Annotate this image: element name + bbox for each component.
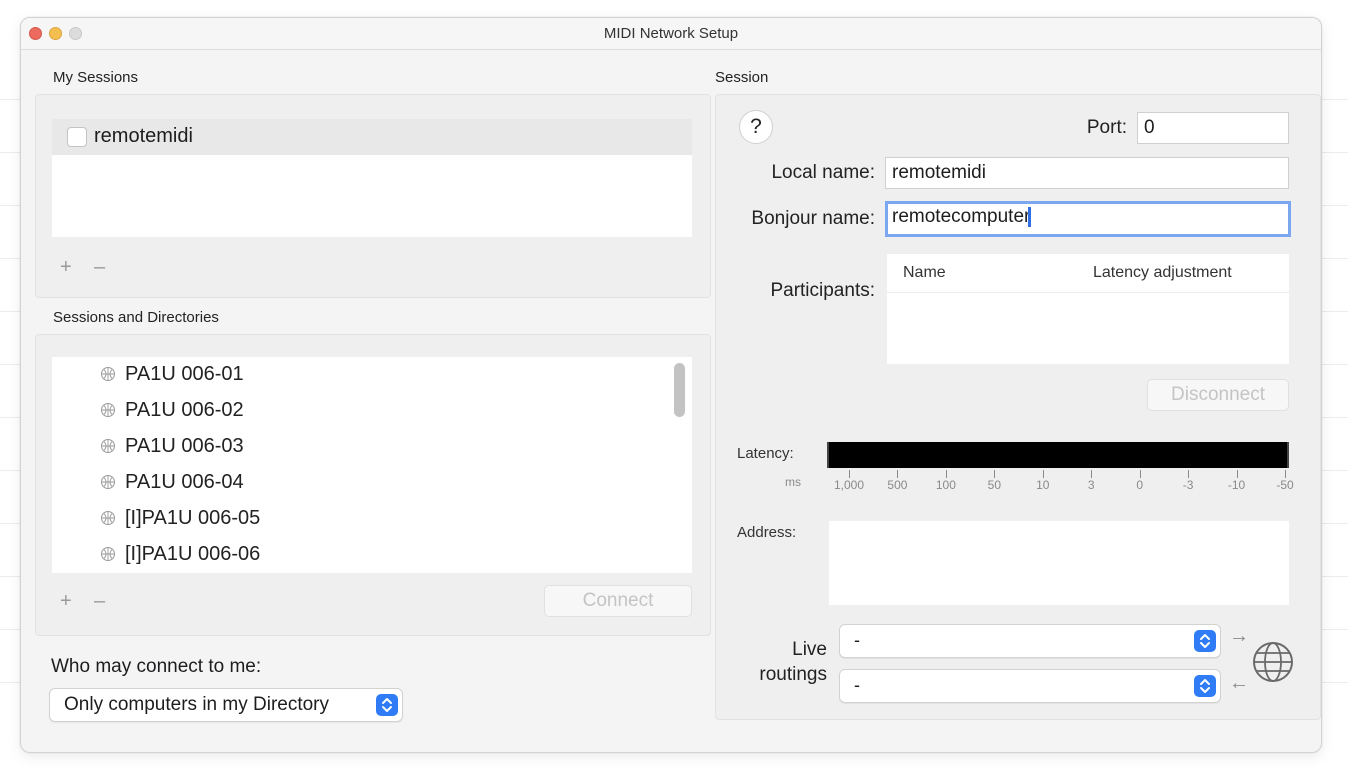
routing-input-value: - — [854, 630, 860, 650]
latency-tick-mark — [994, 470, 996, 478]
add-directory-button[interactable]: + — [60, 591, 72, 611]
remove-session-button[interactable]: – — [94, 257, 105, 277]
latency-tick-mark — [1188, 470, 1190, 478]
my-sessions-list[interactable]: remotemidi — [52, 119, 692, 237]
add-session-button[interactable]: + — [60, 257, 72, 277]
latency-tick-mark — [945, 470, 947, 478]
popup-arrows-icon — [1194, 675, 1216, 697]
network-host-icon — [101, 366, 115, 381]
who-may-connect-value: Only computers in my Directory — [64, 694, 330, 715]
latency-tick-label: 10 — [1036, 478, 1050, 492]
latency-tick-label: 3 — [1087, 478, 1095, 492]
network-host-icon — [101, 510, 115, 525]
bonjour-name-field[interactable]: remotecomputer — [885, 201, 1291, 237]
routing-input-popup[interactable]: - — [839, 624, 1221, 658]
list-item-label: PA1U 006-03 — [125, 435, 244, 457]
latency-tick-label: 500 — [887, 478, 908, 492]
latency-meter — [827, 442, 1289, 468]
arrow-right-icon: → — [1229, 625, 1249, 647]
session-enable-checkbox[interactable] — [67, 127, 87, 147]
port-field[interactable]: 0 — [1137, 112, 1289, 144]
local-name-label: Local name: — [771, 162, 875, 183]
participants-header-divider — [887, 292, 1289, 293]
globe-network-icon — [1253, 642, 1293, 682]
session-section-label: Session — [715, 69, 769, 86]
latency-tick-mark — [1285, 470, 1286, 478]
network-host-icon — [101, 438, 115, 453]
routing-output-value: - — [854, 675, 860, 695]
list-item[interactable]: [I]PA1U 006-05 — [97, 507, 260, 530]
network-host-icon — [101, 402, 115, 417]
latency-tick-mark — [1139, 470, 1141, 478]
latency-unit: ms — [785, 475, 801, 489]
address-box — [829, 521, 1289, 605]
latency-tick-mark — [1091, 470, 1093, 478]
my-sessions-panel: remotemidi + – — [35, 94, 711, 298]
list-item-label: PA1U 006-02 — [125, 399, 244, 421]
popup-arrows-icon — [1194, 630, 1216, 652]
latency-tick-mark — [1042, 470, 1044, 478]
live-routings-label-line1: Live — [792, 639, 827, 660]
help-button[interactable]: ? — [739, 110, 773, 144]
network-host-icon — [101, 546, 115, 561]
bonjour-name-value: remotecomputer — [892, 206, 1031, 227]
latency-label: Latency: — [737, 445, 794, 462]
latency-tick-label: 50 — [987, 478, 1001, 492]
list-item[interactable]: PA1U 006-04 — [97, 471, 244, 494]
text-cursor — [1028, 206, 1032, 227]
directories-list[interactable] — [52, 357, 692, 573]
remove-directory-button[interactable]: – — [94, 591, 105, 611]
latency-tick-label: -50 — [1276, 478, 1294, 492]
latency-tick-mark — [1236, 470, 1238, 478]
list-item-label: [I]PA1U 006-05 — [125, 507, 261, 529]
list-item[interactable]: PA1U 006-01 — [97, 363, 244, 386]
session-name: remotemidi — [94, 125, 193, 147]
local-name-field[interactable]: remotemidi — [885, 157, 1289, 189]
midi-network-setup-window: MIDI Network Setup My Sessions remotemid… — [20, 17, 1322, 753]
latency-tick-mark — [897, 470, 899, 478]
latency-tick-label: 100 — [935, 478, 956, 492]
routing-output-popup[interactable]: - — [839, 669, 1221, 703]
list-item-label: PA1U 006-04 — [125, 471, 244, 493]
address-label: Address: — [737, 524, 797, 541]
window-title: MIDI Network Setup — [603, 25, 739, 42]
participants-column-name[interactable]: Name — [903, 264, 946, 282]
latency-tick-label: 0 — [1136, 478, 1143, 492]
arrow-left-icon: ← — [1229, 672, 1249, 694]
list-item[interactable]: [I]PA1U 006-06 — [97, 543, 260, 566]
bonjour-name-label: Bonjour name: — [751, 208, 875, 229]
directories-scrollbar[interactable] — [674, 363, 685, 417]
list-item[interactable]: PA1U 006-03 — [97, 435, 244, 458]
connect-button[interactable]: Connect — [544, 585, 692, 617]
participants-label: Participants: — [770, 280, 875, 301]
list-item-label: PA1U 006-01 — [125, 363, 244, 385]
network-host-icon — [101, 474, 115, 489]
who-may-connect-popup[interactable]: Only computers in my Directory — [49, 688, 403, 722]
participants-column-latency[interactable]: Latency adjustment — [1093, 264, 1232, 282]
latency-tick-label: -3 — [1182, 478, 1194, 492]
title-bar: MIDI Network Setup — [21, 18, 1321, 50]
live-routings-label-line2: routings — [759, 664, 827, 685]
popup-arrows-icon — [376, 694, 398, 716]
latency-tick-label: -10 — [1227, 478, 1246, 492]
list-item[interactable]: PA1U 006-02 — [97, 399, 244, 422]
participants-table[interactable]: Name Latency adjustment — [887, 254, 1289, 364]
list-item-label: [I]PA1U 006-06 — [125, 543, 261, 565]
sessions-and-directories-label: Sessions and Directories — [53, 309, 219, 326]
latency-tick-mark — [849, 470, 850, 478]
my-sessions-label: My Sessions — [53, 69, 139, 86]
disconnect-button[interactable]: Disconnect — [1147, 379, 1289, 411]
latency-tick-label: 1,000 — [833, 478, 865, 492]
port-label: Port: — [1086, 117, 1127, 138]
who-may-connect-label: Who may connect to me: — [51, 656, 262, 677]
